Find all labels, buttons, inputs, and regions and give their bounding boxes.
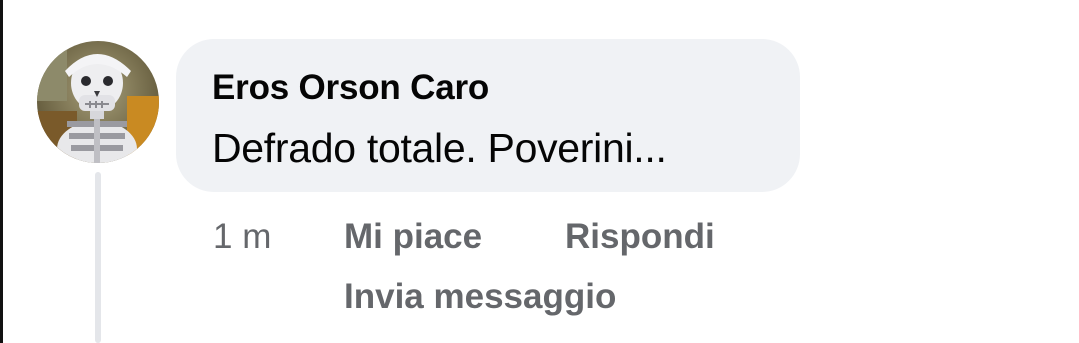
comment-author[interactable]: Eros Orson Caro bbox=[212, 68, 489, 108]
comment-bubble: Eros Orson Caro Defrado totale. Poverini… bbox=[176, 39, 800, 192]
send-message-button[interactable]: Invia messaggio bbox=[344, 277, 616, 317]
comment-timestamp[interactable]: 1 m bbox=[213, 217, 271, 257]
avatar[interactable] bbox=[37, 41, 159, 163]
reply-button[interactable]: Rispondi bbox=[565, 217, 715, 257]
comment-text: Defrado totale. Poverini... bbox=[212, 125, 667, 171]
skeleton-avatar-icon bbox=[37, 41, 159, 163]
left-edge-divider bbox=[0, 0, 3, 343]
thread-connector-line bbox=[95, 172, 101, 343]
comment-thread: Eros Orson Caro Defrado totale. Poverini… bbox=[0, 0, 1079, 343]
like-button[interactable]: Mi piace bbox=[344, 217, 482, 257]
